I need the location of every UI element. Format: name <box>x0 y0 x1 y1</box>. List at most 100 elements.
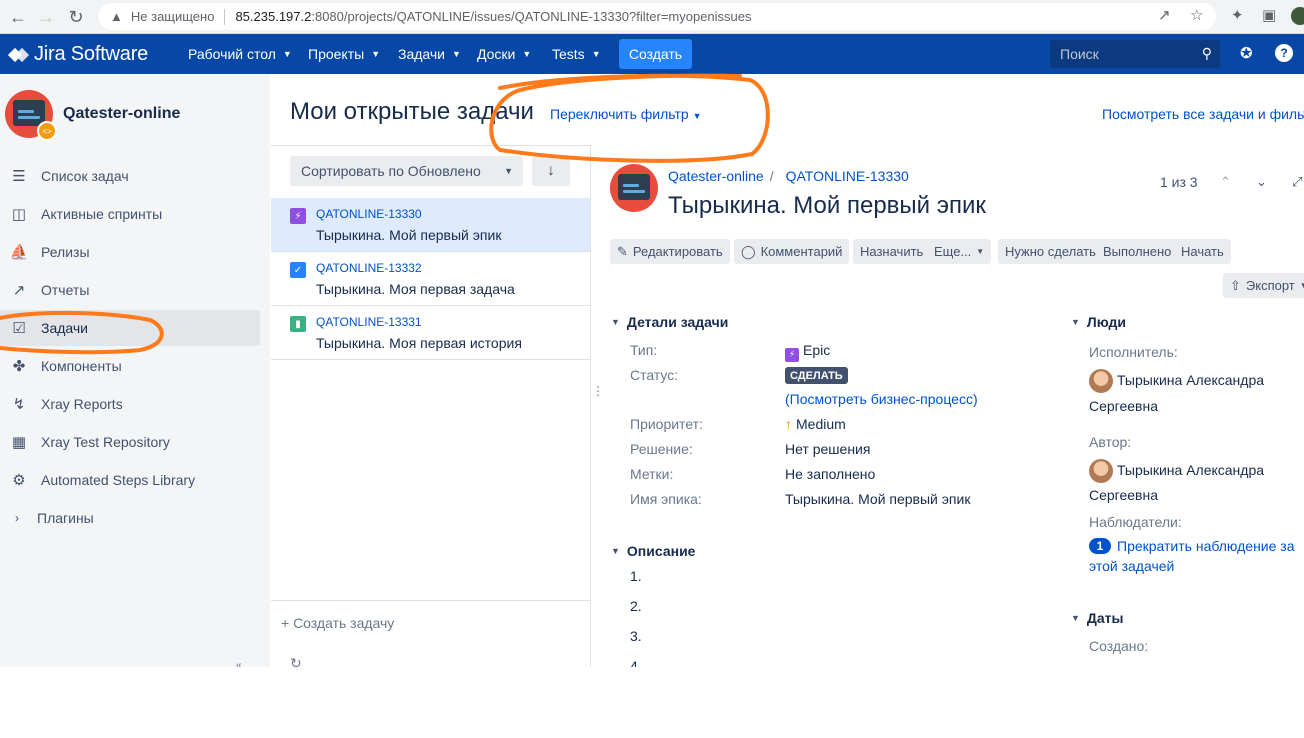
nav-projects[interactable]: Проекты ▼ <box>308 46 380 62</box>
star-icon[interactable]: ☆ <box>1190 6 1203 24</box>
field-label-priority: Приоритет: <box>630 416 703 432</box>
chevron-down-icon: ▼ <box>976 247 985 256</box>
chevron-up-icon[interactable]: ⌃ <box>1220 174 1231 190</box>
breadcrumb-project[interactable]: Qatester-online <box>668 168 764 184</box>
field-label-epic-name: Имя эпика: <box>630 491 702 507</box>
field-value-type: ⚡ Epic <box>785 342 830 362</box>
sidebar-item-label: Отчеты <box>41 282 90 298</box>
notifications-icon[interactable]: ✪ <box>1240 44 1253 62</box>
puzzle-icon: ✤ <box>12 358 26 375</box>
forward-icon[interactable]: → <box>34 5 58 29</box>
avatar[interactable] <box>1089 369 1113 393</box>
help-icon[interactable]: ? <box>1275 44 1293 62</box>
breadcrumb-issue-key[interactable]: QATONLINE-13330 <box>786 168 909 184</box>
sidebar-item-components[interactable]: ✤ Компоненты <box>0 348 260 384</box>
assignee-name[interactable]: Тырыкина Александра <box>1117 372 1264 388</box>
stop-watching-label: Прекратить наблюдение за <box>1117 538 1295 554</box>
sidebar-item-label: Активные спринты <box>41 206 163 222</box>
resize-handle-icon[interactable]: ⋮ <box>592 384 604 398</box>
start-transition-button[interactable]: Начать <box>1174 239 1231 264</box>
library-icon: ⚙ <box>12 472 26 489</box>
assignee-name-cont: Сергеевна <box>1089 398 1159 414</box>
reporter-name[interactable]: Тырыкина Александра <box>1117 462 1264 478</box>
sidebar-item-plugins[interactable]: › Плагины <box>0 500 260 536</box>
todo-transition-button[interactable]: Нужно сделать <box>998 239 1103 264</box>
sidebar-item-xray-repository[interactable]: ▦ Xray Test Repository <box>0 424 260 460</box>
view-all-issues-link[interactable]: Посмотреть все задачи и фильт <box>1102 106 1304 122</box>
issue-key-link[interactable]: QATONLINE-13332 <box>316 261 422 275</box>
people-section-toggle[interactable]: ▼ Люди <box>1071 314 1126 330</box>
divider <box>224 8 226 25</box>
issue-key-link[interactable]: QATONLINE-13330 <box>316 207 422 221</box>
comment-button[interactable]: ◯ Комментарий <box>734 239 850 264</box>
nav-issues[interactable]: Задачи ▼ <box>398 46 461 62</box>
section-title: Описание <box>626 543 696 559</box>
breadcrumb: Qatester-online / QATONLINE-13330 <box>668 168 909 184</box>
pencil-icon: ✎ <box>617 243 628 259</box>
create-issue-link[interactable]: + Создать задачу <box>271 600 590 644</box>
sidebar-item-label: Список задач <box>41 168 129 184</box>
description-overflow: 4. <box>620 656 680 667</box>
sidebar-item-releases[interactable]: ⛵ Релизы <box>0 234 260 270</box>
field-label-type: Тип: <box>630 342 658 358</box>
issue-key-link[interactable]: QATONLINE-13331 <box>316 315 422 329</box>
assign-button[interactable]: Назначить <box>853 239 931 264</box>
sidebar-item-steps-library[interactable]: ⚙ Automated Steps Library <box>0 462 260 498</box>
sidebar-item-backlog[interactable]: ☰ Список задач <box>0 158 260 194</box>
project-name[interactable]: Qatester-online <box>63 105 180 123</box>
avatar[interactable] <box>1089 459 1113 483</box>
details-section-toggle[interactable]: ▼ Детали задачи <box>611 314 728 330</box>
more-label: Еще... <box>934 244 972 259</box>
description-section-toggle[interactable]: ▼ Описание <box>611 543 695 559</box>
share-icon[interactable]: ↗ <box>1158 6 1171 24</box>
list-item[interactable]: ⚡ QATONLINE-13330 Тырыкина. Мой первый э… <box>271 198 590 252</box>
search-input[interactable]: Поиск ⚲ <box>1050 40 1220 68</box>
extensions-icon[interactable]: ✦ <box>1231 6 1244 24</box>
jira-logo[interactable]: Jira Software <box>7 43 148 66</box>
nav-boards[interactable]: Доски ▼ <box>477 46 531 62</box>
address-bar[interactable]: ▲ Не защищено 85.235.197.2:8080/projects… <box>98 3 1216 30</box>
field-label-labels: Метки: <box>630 466 674 482</box>
sidebar-item-active-sprints[interactable]: ◫ Активные спринты <box>0 196 260 232</box>
stop-watching-link[interactable]: 1 Прекратить наблюдение за <box>1089 538 1295 554</box>
done-transition-button[interactable]: Выполнено <box>1096 239 1179 264</box>
sidebar-item-xray-reports[interactable]: ↯ Xray Reports <box>0 386 260 422</box>
project-badge-icon: <> <box>37 121 57 141</box>
sidepanel-icon[interactable]: ▣ <box>1262 6 1276 24</box>
section-title: Люди <box>1086 314 1127 330</box>
description-list-item: 3. <box>630 628 642 644</box>
edit-label: Редактировать <box>632 244 723 259</box>
edit-button[interactable]: ✎ Редактировать <box>610 239 730 264</box>
stop-watching-label-cont[interactable]: этой задачей <box>1089 558 1174 574</box>
url-path: :8080/projects/QATONLINE/issues/QATONLIN… <box>311 9 752 24</box>
board-icon: ◫ <box>11 206 27 223</box>
reload-icon[interactable]: ↻ <box>64 5 88 29</box>
sort-direction-button[interactable]: ↓ <box>532 156 570 186</box>
nav-dashboards[interactable]: Рабочий стол ▼ <box>188 46 292 62</box>
export-button[interactable]: ⇧ Экспорт ▼ <box>1223 273 1304 298</box>
sidebar-item-label: Xray Reports <box>41 396 123 412</box>
view-workflow-link[interactable]: (Посмотреть бизнес-процесс) <box>785 391 978 407</box>
profile-avatar[interactable] <box>1291 7 1304 25</box>
chevron-down-icon: ▼ <box>371 49 381 59</box>
insecure-label: Не защищено <box>130 9 215 24</box>
nav-tests[interactable]: Tests ▼ <box>552 46 601 62</box>
switch-filter-label: Переключить фильтр <box>550 106 689 122</box>
expand-icon[interactable]: ⤢ <box>1292 174 1302 190</box>
sidebar-item-issues[interactable]: ☑ Задачи <box>0 310 260 346</box>
switch-filter-dropdown[interactable]: Переключить фильтр ▼ <box>550 106 702 122</box>
chevron-down-icon: ▼ <box>1071 317 1080 327</box>
reporter-label: Автор: <box>1089 434 1132 450</box>
create-button[interactable]: Создать <box>619 39 692 69</box>
sidebar-item-reports[interactable]: ↗ Отчеты <box>0 272 260 308</box>
sort-dropdown[interactable]: Сортировать по Обновлено ▼ <box>290 156 523 186</box>
field-value-epic-name: Тырыкина. Мой первый эпик <box>785 491 971 507</box>
project-avatar[interactable] <box>610 164 658 212</box>
back-icon[interactable]: ← <box>6 5 30 29</box>
more-button[interactable]: Еще... ▼ <box>927 239 992 264</box>
comment-icon: ◯ <box>741 243 756 259</box>
dates-section-toggle[interactable]: ▼ Даты <box>1071 610 1124 626</box>
chevron-down-icon[interactable]: ⌄ <box>1256 174 1267 190</box>
list-item[interactable]: ▮ QATONLINE-13331 Тырыкина. Моя первая и… <box>271 306 590 360</box>
list-item[interactable]: ✓ QATONLINE-13332 Тырыкина. Моя первая з… <box>271 252 590 306</box>
